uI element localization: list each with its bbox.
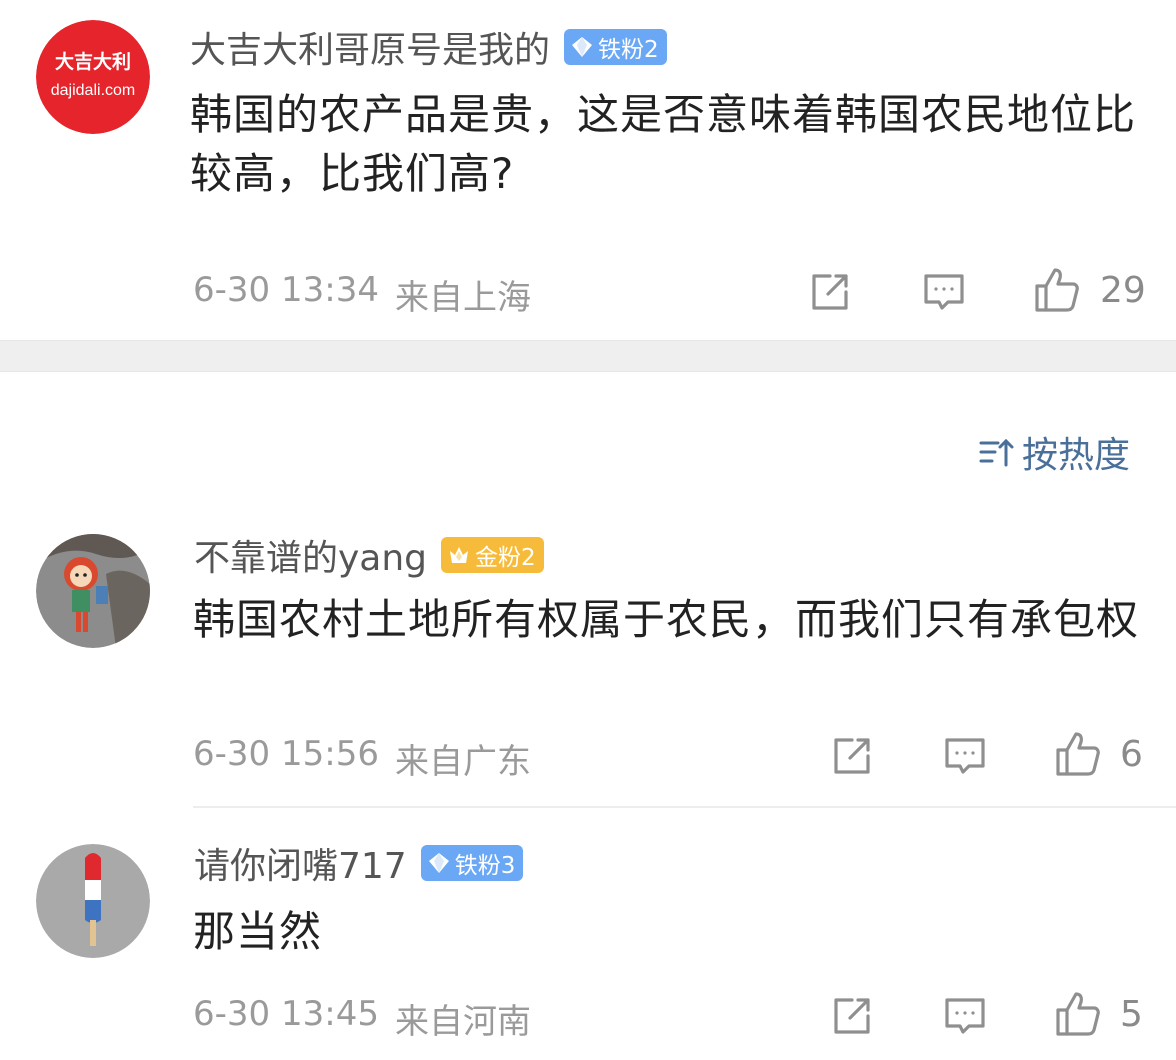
like-button[interactable] xyxy=(1054,730,1102,778)
username[interactable]: 不靠谱的yang xyxy=(194,529,427,581)
share-icon xyxy=(812,274,848,310)
comment-icon xyxy=(924,274,964,310)
fan-badge[interactable]: 金粉2 xyxy=(441,537,544,573)
share-icon xyxy=(834,738,870,774)
comment-date: 6-30 13:34 xyxy=(193,270,379,310)
user-row: 大吉大利哥原号是我的 铁粉2 xyxy=(190,22,667,72)
user-row: 不靠谱的yang 金粉2 xyxy=(194,530,544,580)
thumbs-up-icon xyxy=(1056,992,1100,1036)
fan-badge[interactable]: 铁粉2 xyxy=(564,29,667,65)
comment-item: 不靠谱的yang 金粉2 韩国农村土地所有权属于农民，而我们只有承包权 6-30… xyxy=(0,520,1176,810)
user-row: 请你闭嘴717 铁粉3 xyxy=(194,837,524,889)
comment-page: 大吉大利 dajidali.com 大吉大利哥原号是我的 铁粉2 韩国的农产品是… xyxy=(0,0,1176,1060)
avatar[interactable]: 大吉大利 dajidali.com xyxy=(36,20,150,134)
comment-button[interactable] xyxy=(941,992,989,1040)
like-count: 5 xyxy=(1120,994,1143,1035)
share-icon xyxy=(834,998,870,1034)
section-separator xyxy=(0,340,1176,372)
thumbs-up-icon xyxy=(1035,268,1079,312)
comment-divider xyxy=(193,806,1176,808)
comment-meta: 6-30 13:34 来自上海 xyxy=(193,270,531,319)
share-button[interactable] xyxy=(828,732,876,780)
avatar[interactable] xyxy=(36,844,150,958)
avatar-logo-url: dajidali.com xyxy=(51,82,135,99)
share-button[interactable] xyxy=(806,268,854,316)
comment-item: 请你闭嘴717 铁粉3 那当然 6-30 13:45 来自河南 5 xyxy=(0,830,1176,1060)
thumbs-up-icon xyxy=(1056,732,1100,776)
comment-meta: 6-30 13:45 来自河南 xyxy=(193,994,531,1043)
sort-label: 按热度 xyxy=(1021,435,1130,476)
comment-location: 来自广东 xyxy=(394,742,531,782)
sort-icon xyxy=(979,438,1014,467)
comment-location: 来自上海 xyxy=(394,278,531,318)
diamond-icon xyxy=(572,37,593,57)
sort-toggle[interactable]: 按热度 xyxy=(978,426,1130,478)
fan-badge-label: 金粉2 xyxy=(475,545,536,571)
comment-button[interactable] xyxy=(941,732,989,780)
like-count: 29 xyxy=(1100,270,1146,311)
username[interactable]: 请你闭嘴717 xyxy=(194,837,407,889)
fan-badge-label: 铁粉2 xyxy=(598,37,659,63)
like-button[interactable] xyxy=(1054,990,1102,1038)
like-count: 6 xyxy=(1120,734,1143,775)
comment-text: 韩国的农产品是贵，这是否意味着韩国农民地位比较高，比我们高? xyxy=(190,90,1137,198)
comment-meta: 6-30 15:56 来自广东 xyxy=(193,734,531,783)
avatar[interactable] xyxy=(36,534,150,648)
avatar-logo-text: 大吉大利 xyxy=(55,50,131,73)
comment-date: 6-30 15:56 xyxy=(193,734,379,774)
username[interactable]: 大吉大利哥原号是我的 xyxy=(190,21,550,73)
like-button[interactable] xyxy=(1033,266,1081,314)
comment-date: 6-30 13:45 xyxy=(193,994,379,1034)
crown-icon xyxy=(450,547,469,563)
comment-text: 韩国农村土地所有权属于农民，而我们只有承包权 xyxy=(193,595,1140,644)
diamond-icon xyxy=(428,853,449,873)
fan-badge-label: 铁粉3 xyxy=(454,853,516,879)
comment-button[interactable] xyxy=(920,268,968,316)
comment-icon xyxy=(945,738,985,774)
comment-text: 那当然 xyxy=(193,907,323,956)
comment-item: 大吉大利 dajidali.com 大吉大利哥原号是我的 铁粉2 韩国的农产品是… xyxy=(0,0,1176,340)
share-button[interactable] xyxy=(828,992,876,1040)
fan-badge[interactable]: 铁粉3 xyxy=(420,845,524,881)
comment-location: 来自河南 xyxy=(394,1002,531,1042)
comment-icon xyxy=(945,998,985,1034)
